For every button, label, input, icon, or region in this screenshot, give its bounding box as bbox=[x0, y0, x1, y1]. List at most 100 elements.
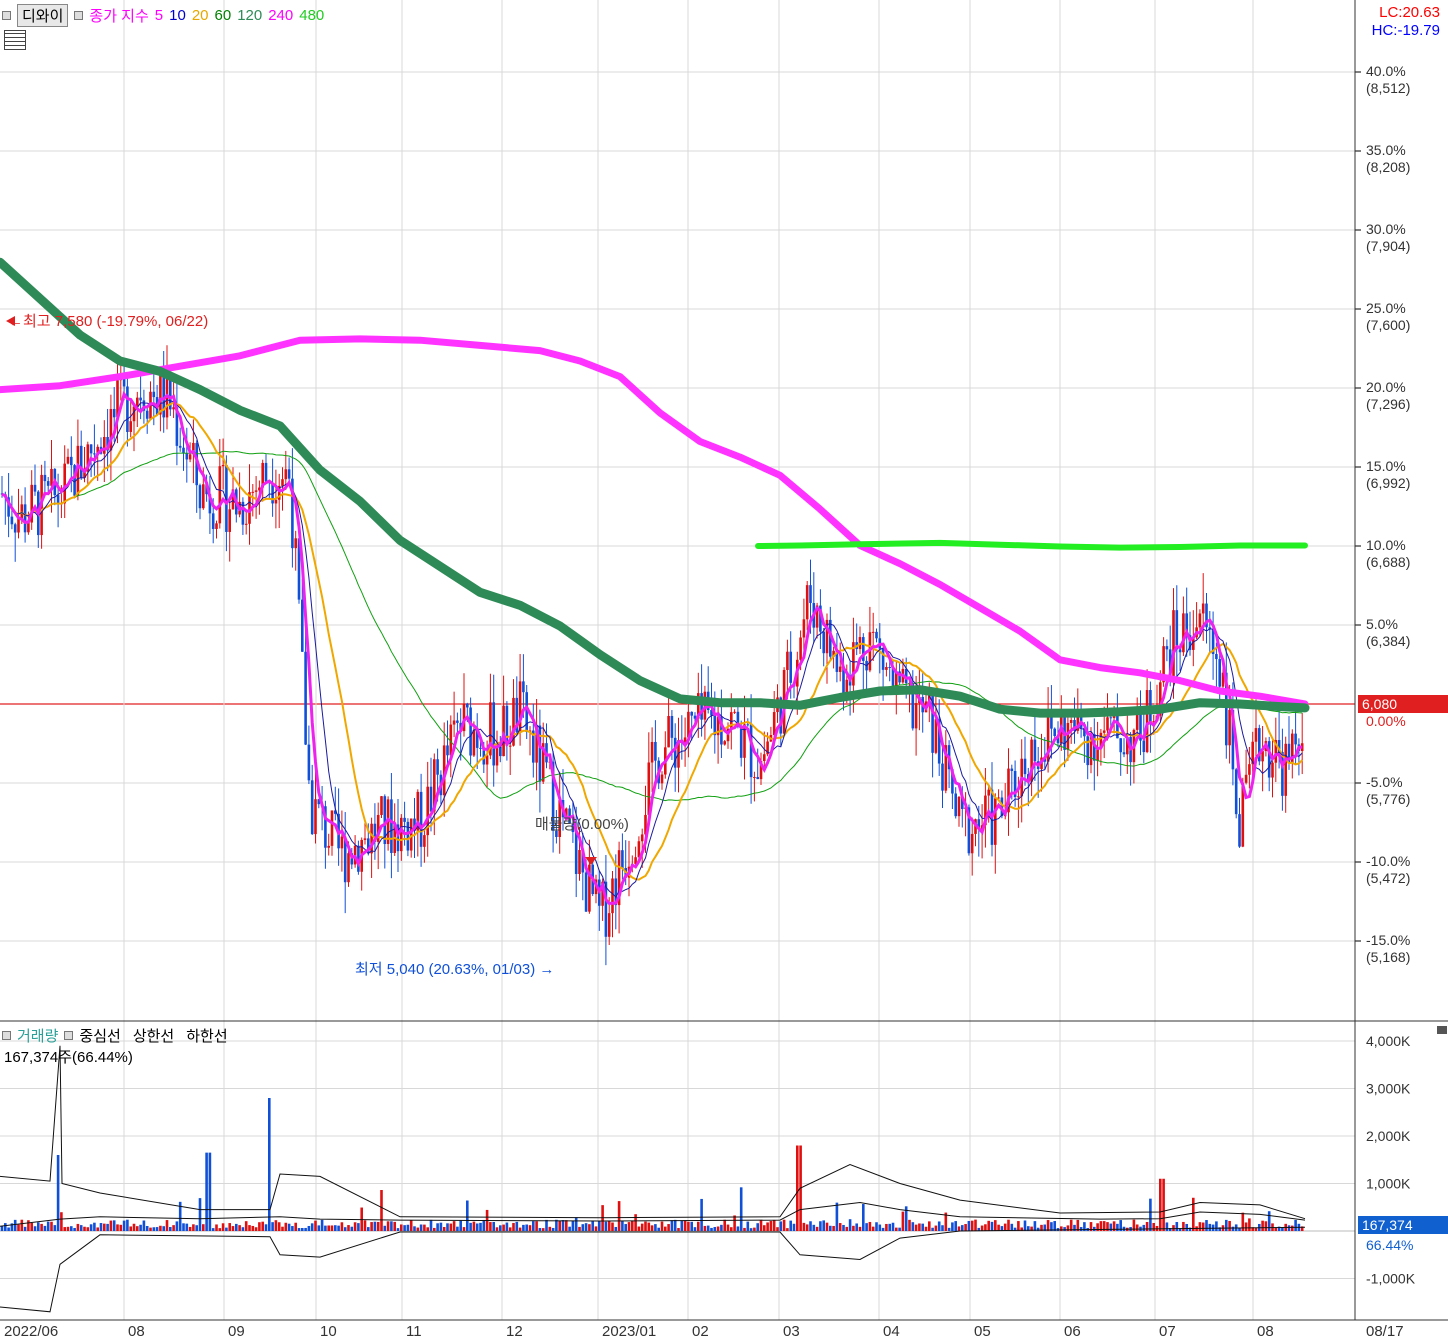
candle-body bbox=[390, 799, 393, 853]
volume-bar bbox=[746, 1221, 750, 1231]
volume-bar bbox=[492, 1221, 495, 1231]
x-tick-label: 07 bbox=[1159, 1323, 1176, 1340]
volume-bar bbox=[1159, 1178, 1162, 1231]
candle-body bbox=[202, 484, 205, 509]
volume-bar bbox=[505, 1222, 509, 1231]
volume-bar bbox=[1023, 1220, 1027, 1231]
x-tick-label: 04 bbox=[883, 1323, 900, 1340]
volume-bar bbox=[911, 1222, 915, 1231]
volume-bar bbox=[994, 1220, 997, 1231]
hc-label: HC:-19.79 bbox=[1371, 22, 1440, 39]
candle-body bbox=[380, 796, 383, 815]
volume-bar bbox=[881, 1227, 885, 1231]
candle-body bbox=[970, 833, 974, 854]
volume-bar bbox=[786, 1228, 789, 1231]
y-tick-pct: -10.0% bbox=[1366, 853, 1410, 869]
candle-body bbox=[469, 707, 472, 756]
volume-legend-center: 중심선 bbox=[79, 1028, 121, 1045]
candle-body bbox=[23, 504, 27, 533]
legend-ma-60: 60 bbox=[214, 7, 232, 24]
volume-bar bbox=[1185, 1223, 1188, 1231]
volume-bar bbox=[852, 1225, 855, 1231]
legend-square-icon bbox=[74, 11, 84, 20]
candle-body bbox=[690, 711, 693, 716]
volume-bar bbox=[436, 1223, 439, 1231]
volume-title[interactable]: 거래량 bbox=[17, 1025, 58, 1046]
volume-bar bbox=[235, 1223, 238, 1231]
stock-chart[interactable]: 40.0%(8,512) 35.0%(8,208) 30.0%(7,904) 25.0… bbox=[0, 0, 1448, 1340]
volume-bar bbox=[1149, 1198, 1152, 1231]
y-tick-pct: 35.0% bbox=[1366, 142, 1406, 158]
volume-bar bbox=[845, 1226, 849, 1231]
candle-body bbox=[188, 454, 192, 460]
volume-bar bbox=[277, 1222, 281, 1231]
volume-pct-label: 66.44% bbox=[1366, 1237, 1413, 1253]
volume-bar bbox=[73, 1227, 76, 1231]
volume-bar bbox=[248, 1225, 251, 1231]
volume-bar bbox=[475, 1223, 479, 1231]
volume-bar bbox=[159, 1225, 162, 1231]
candle-body bbox=[746, 724, 750, 726]
candle-body bbox=[46, 481, 50, 486]
candle-body bbox=[934, 719, 938, 753]
candle-body bbox=[10, 516, 14, 525]
volume-bar bbox=[33, 1226, 37, 1231]
volume-bar bbox=[337, 1225, 340, 1231]
symbol-button[interactable]: 디와이 bbox=[17, 4, 69, 27]
volume-bar bbox=[858, 1226, 862, 1231]
candle-body bbox=[423, 835, 426, 847]
volume-bar bbox=[456, 1226, 459, 1231]
volume-bar bbox=[545, 1219, 548, 1231]
volume-bar bbox=[522, 1224, 525, 1231]
volume-bar bbox=[565, 1220, 568, 1231]
candle-body bbox=[574, 832, 578, 874]
candle-body bbox=[63, 463, 66, 504]
table-icon[interactable] bbox=[4, 30, 26, 50]
volume-bar bbox=[1007, 1219, 1010, 1231]
candle-body bbox=[363, 838, 367, 840]
candle-body bbox=[70, 456, 73, 466]
volume-bar bbox=[574, 1217, 578, 1231]
volume-bar bbox=[99, 1223, 103, 1231]
volume-bar bbox=[350, 1226, 354, 1231]
volume-bar bbox=[268, 1098, 271, 1231]
volume-bar bbox=[205, 1152, 208, 1231]
x-tick-label: 09 bbox=[228, 1323, 245, 1340]
candle-body bbox=[650, 741, 654, 763]
volume-bar bbox=[871, 1226, 875, 1231]
volume-bar bbox=[314, 1220, 317, 1231]
volume-bar bbox=[951, 1222, 954, 1231]
volume-bar bbox=[842, 1224, 845, 1231]
volume-bar bbox=[1228, 1220, 1231, 1231]
volume-bar bbox=[878, 1224, 882, 1231]
volume-bar bbox=[261, 1221, 264, 1231]
volume-bar bbox=[812, 1224, 816, 1231]
volume-bar bbox=[357, 1223, 360, 1231]
volume-bar bbox=[258, 1222, 261, 1231]
volume-bar bbox=[673, 1219, 677, 1231]
volume-bar bbox=[928, 1221, 931, 1231]
volume-bar bbox=[891, 1222, 895, 1231]
volume-bar bbox=[198, 1198, 202, 1231]
volume-bar bbox=[334, 1225, 337, 1231]
volume-bar bbox=[1205, 1220, 1208, 1231]
volume-bar bbox=[901, 1211, 905, 1231]
candle-body bbox=[1119, 738, 1122, 753]
candle-body bbox=[822, 631, 825, 654]
volume-bar bbox=[819, 1221, 822, 1231]
volume-bar bbox=[142, 1220, 146, 1231]
volume-bar bbox=[667, 1224, 670, 1231]
volume-bar bbox=[548, 1226, 552, 1231]
candle-body bbox=[1178, 649, 1182, 653]
volume-bar bbox=[145, 1226, 149, 1231]
candle-body bbox=[1248, 764, 1251, 775]
volume-bar bbox=[165, 1220, 169, 1231]
candle-body bbox=[1218, 659, 1221, 687]
volume-bar bbox=[297, 1228, 301, 1231]
volume-bar bbox=[941, 1225, 944, 1231]
volume-bar bbox=[433, 1227, 436, 1231]
volume-bar bbox=[964, 1224, 967, 1231]
volume-bar bbox=[423, 1224, 426, 1231]
volume-bar bbox=[895, 1227, 898, 1231]
legend-ma-120: 120 bbox=[237, 7, 263, 24]
